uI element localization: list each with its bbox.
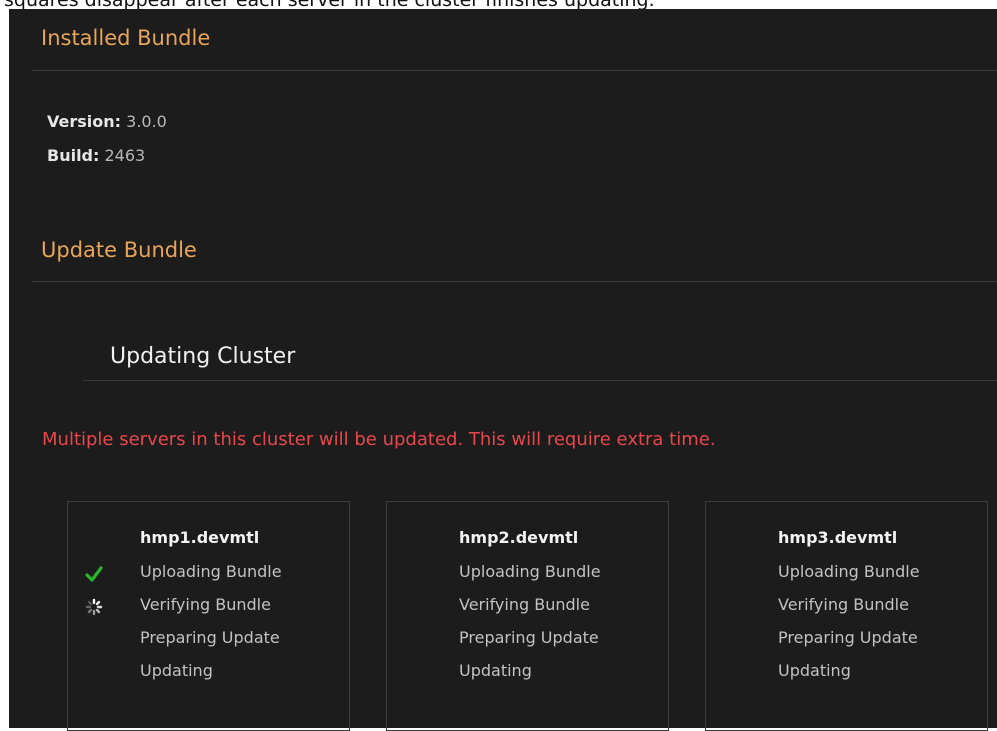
- step-updating: Updating: [778, 661, 851, 680]
- installed-bundle-title: Installed Bundle: [41, 26, 211, 50]
- bundle-panel: Installed Bundle Version: 3.0.0 Build: 2…: [9, 9, 997, 731]
- step-preparing: Preparing Update: [140, 628, 280, 647]
- step-verifying: Verifying Bundle: [778, 595, 909, 614]
- step-preparing: Preparing Update: [778, 628, 918, 647]
- divider: [32, 70, 997, 71]
- server-name: hmp2.devmtl: [459, 528, 579, 547]
- server-card-hmp3: hmp3.devmtl Uploading Bundle Verifying B…: [705, 501, 988, 731]
- server-card-hmp1: hmp1.devmtl Uploading Bundle Verifying B…: [67, 501, 350, 731]
- server-name: hmp3.devmtl: [778, 528, 898, 547]
- step-verifying: Verifying Bundle: [140, 595, 271, 614]
- step-verifying: Verifying Bundle: [459, 595, 590, 614]
- page-caption: squares disappear after each server in t…: [0, 0, 997, 9]
- build-row: Build: 2463: [47, 146, 145, 166]
- check-icon: [84, 564, 104, 584]
- version-row: Version: 3.0.0: [47, 112, 167, 132]
- build-label: Build:: [47, 146, 100, 165]
- server-card-hmp2: hmp2.devmtl Uploading Bundle Verifying B…: [386, 501, 669, 731]
- server-name: hmp1.devmtl: [140, 528, 260, 547]
- divider: [83, 380, 997, 381]
- version-value: 3.0.0: [126, 112, 167, 131]
- step-uploading: Uploading Bundle: [140, 562, 282, 581]
- divider: [32, 281, 997, 282]
- update-bundle-title: Update Bundle: [41, 238, 197, 262]
- build-value: 2463: [104, 146, 146, 165]
- step-uploading: Uploading Bundle: [778, 562, 920, 581]
- spinner-icon: [84, 597, 104, 617]
- updating-cluster-title: Updating Cluster: [110, 344, 296, 369]
- step-updating: Updating: [140, 661, 213, 680]
- step-updating: Updating: [459, 661, 532, 680]
- cluster-warning: Multiple servers in this cluster will be…: [42, 429, 716, 450]
- step-uploading: Uploading Bundle: [459, 562, 601, 581]
- version-label: Version:: [47, 112, 122, 131]
- step-preparing: Preparing Update: [459, 628, 599, 647]
